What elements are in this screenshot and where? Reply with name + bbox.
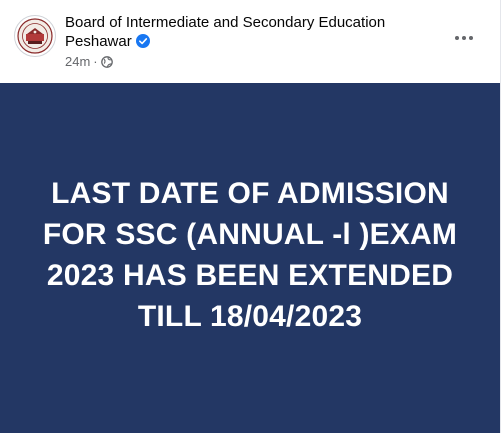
meta-separator: · bbox=[93, 54, 98, 69]
post-timestamp[interactable]: 24m bbox=[65, 54, 90, 70]
announcement-banner[interactable]: LAST DATE OF ADMISSION FOR SSC (ANNUAL -… bbox=[0, 83, 500, 433]
more-options-button[interactable] bbox=[446, 20, 482, 56]
post-header: Board of Intermediate and Secondary Educ… bbox=[0, 0, 500, 83]
page-name-link[interactable]: Board of Intermediate and Secondary Educ… bbox=[65, 14, 385, 50]
verified-badge-icon bbox=[135, 34, 150, 48]
globe-icon[interactable] bbox=[100, 56, 113, 68]
bise-logo-icon bbox=[17, 18, 53, 54]
page-avatar[interactable] bbox=[14, 15, 56, 57]
facebook-post: Board of Intermediate and Secondary Educ… bbox=[0, 0, 501, 433]
more-options-icon bbox=[455, 36, 473, 40]
announcement-text: LAST DATE OF ADMISSION FOR SSC (ANNUAL -… bbox=[42, 177, 458, 333]
post-meta: Board of Intermediate and Secondary Educ… bbox=[65, 13, 405, 70]
post-subline: 24m · bbox=[65, 54, 405, 70]
